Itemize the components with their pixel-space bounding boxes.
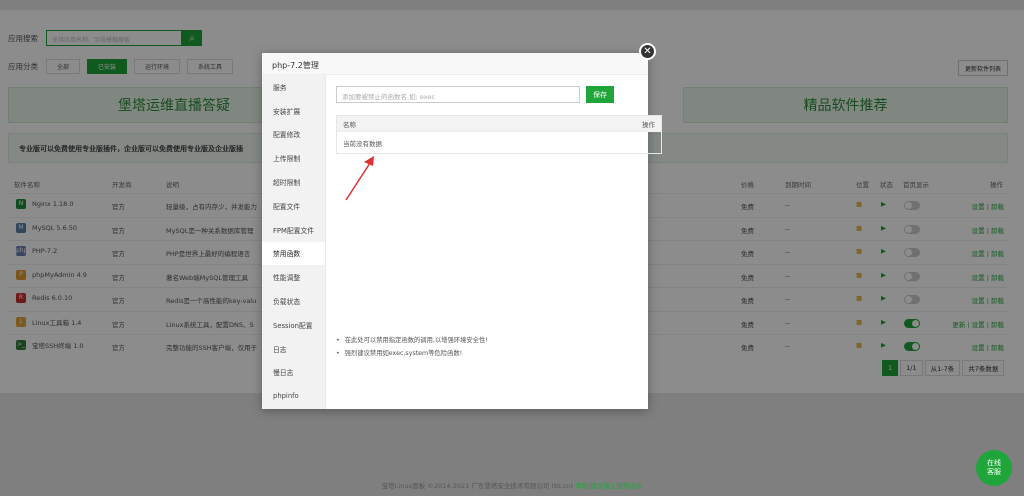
dialog-menu-item[interactable]: 配置文件 (262, 194, 325, 218)
dialog-menu-item[interactable]: 日志 (262, 337, 325, 361)
dialog-menu-item[interactable]: Session配置 (262, 313, 325, 337)
function-name-input[interactable]: 添加要被禁止的函数名,如: exec (336, 86, 580, 103)
dialog-title: php-7.2管理 (262, 53, 648, 75)
note-2: 强烈建议禁用如exec,system等危险函数! (336, 347, 636, 360)
footer: 宝塔Linux面板 ©2014-2021 广东堡塔安全技术有限公司 (bt.cn… (0, 480, 1024, 490)
annotation-arrow-icon (345, 156, 374, 201)
help-notes: 在此处可以禁用指定函数的调用,以增强环境安全性! 强烈建议禁用如exec,sys… (336, 334, 636, 360)
dialog-menu-item[interactable]: 服务 (262, 75, 325, 99)
functions-table: 名称 操作 当前没有数据 (336, 115, 662, 154)
dialog-menu-item[interactable]: 慢日志 (262, 361, 325, 385)
footer-copyright: 宝塔Linux面板 ©2014-2021 广东堡塔安全技术有限公司 (bt.cn… (381, 482, 573, 490)
dialog-menu-item[interactable]: 上传限制 (262, 146, 325, 170)
save-button[interactable]: 保存 (586, 86, 614, 103)
dialog-menu-item[interactable]: 配置修改 (262, 123, 325, 147)
php-manage-dialog: php-7.2管理 服务 安装扩展 配置修改 上传限制 超时限制 配置文件 FPM配置文件禁… (262, 53, 662, 409)
online-service-button[interactable]: 在线 客服 (976, 450, 1012, 486)
disabled-functions-panel: 添加要被禁止的函数名,如: exec 保存 名称 操作 当前没有数据 (336, 86, 662, 154)
dialog-menu-item[interactable]: 负载状态 (262, 289, 325, 313)
dialog-menu-item[interactable]: phpinfo (262, 384, 325, 408)
online-line2: 客服 (987, 468, 1001, 476)
functions-col-ops: 操作 (642, 120, 655, 129)
dialog-menu-item[interactable]: 禁用函数 (262, 241, 325, 266)
dialog-sidebar: 服务 安装扩展 配置修改 上传限制 超时限制 配置文件 FPM配置文件 禁用函数 性能调整 负载状… (262, 75, 326, 409)
note-1: 在此处可以禁用指定函数的调用,以增强环境安全性! (336, 334, 636, 347)
close-icon[interactable]: ✕ (639, 43, 656, 60)
empty-message: 当前没有数据 (337, 131, 661, 153)
online-line1: 在线 (987, 459, 1001, 467)
dialog-menu-item[interactable]: 安装扩展 (262, 99, 325, 123)
dialog-menu-item[interactable]: 性能调整 (262, 265, 325, 289)
functions-col-name: 名称 (343, 120, 356, 129)
footer-forum-link[interactable]: 求助|建议请上宝塔论坛 (575, 482, 642, 490)
dialog-menu-item[interactable]: FPM配置文件 (262, 218, 325, 242)
dialog-menu-item[interactable]: 超时限制 (262, 170, 325, 194)
